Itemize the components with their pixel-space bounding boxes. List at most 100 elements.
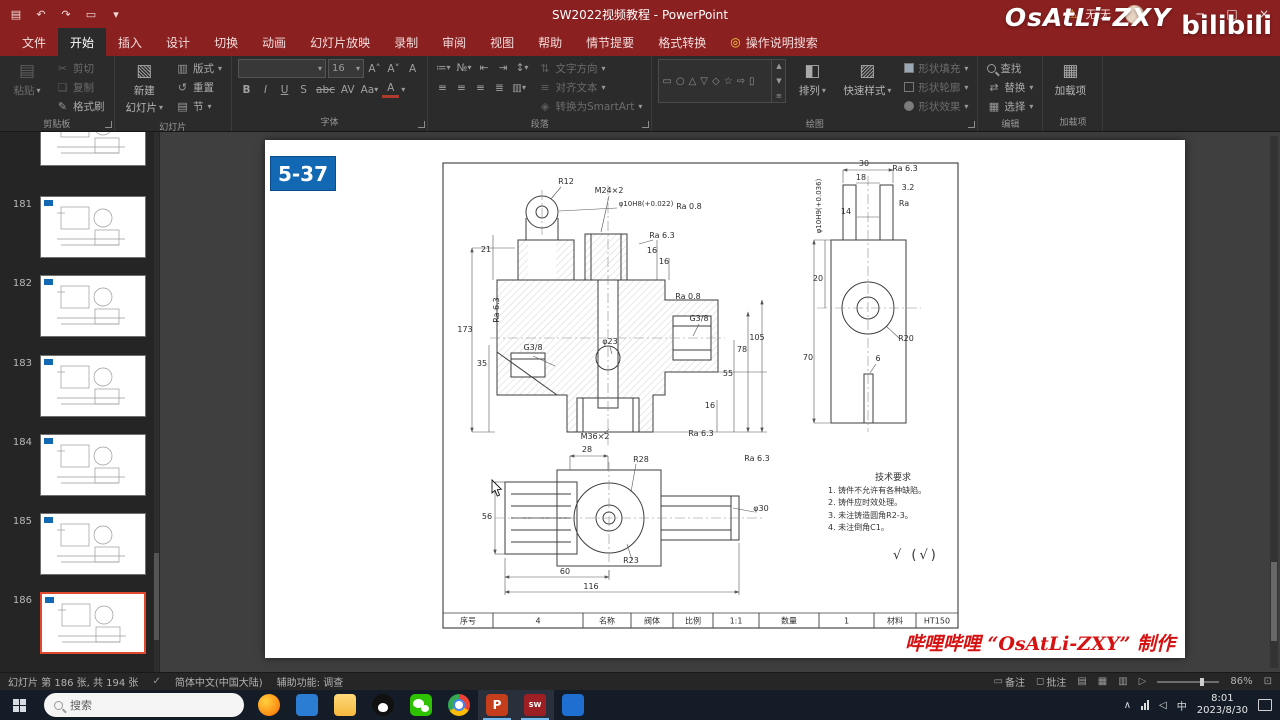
replace-button[interactable]: ⇄ 替换 ▾ <box>984 78 1036 96</box>
quick-styles-button[interactable]: ▨ 快速样式 ▾ <box>838 59 896 101</box>
slide-186[interactable]: R12 M24×2 φ10H8(+0.022) Ra 0.8 Ra 6.3 21 16 16 1… <box>265 140 1185 658</box>
slide-sorter-view-icon[interactable]: ▦ <box>1098 676 1107 687</box>
action-center-icon[interactable] <box>1258 699 1272 711</box>
increase-font-button[interactable]: A˄ <box>366 60 383 77</box>
tab-设计[interactable]: 设计 <box>154 28 202 56</box>
align-right-button[interactable]: ≡ <box>472 79 489 96</box>
copy-button[interactable]: ❏ 复制 <box>53 78 108 96</box>
taskbar-app-hot-search[interactable] <box>250 690 288 720</box>
paste-button[interactable]: ▤ 粘贴 ▾ <box>6 59 48 101</box>
comments-button[interactable]: ◻ 批注 <box>1036 674 1066 689</box>
drawing-dialog-launcher-icon[interactable] <box>968 121 976 128</box>
fit-to-window-icon[interactable]: ⊡ <box>1264 676 1272 687</box>
taskbar-app-solidworks[interactable]: SW <box>516 690 554 720</box>
shape-fill-button[interactable]: 形状填充 ▾ <box>901 59 971 77</box>
clipboard-dialog-launcher-icon[interactable] <box>104 121 112 128</box>
tab-情节提要[interactable]: 情节提要 <box>574 28 646 56</box>
tray-expand-icon[interactable]: ∧ <box>1124 700 1131 711</box>
increase-indent-button[interactable]: ⇥ <box>494 59 511 76</box>
slide-thumbnail-184[interactable] <box>40 434 146 496</box>
cut-button[interactable]: ✂ 剪切 <box>53 59 108 77</box>
bold-button[interactable]: B <box>238 81 255 98</box>
save-icon[interactable]: ▤ <box>4 2 28 26</box>
tab-文件[interactable]: 文件 <box>10 28 58 56</box>
spellcheck-icon[interactable]: ✓ <box>152 676 160 687</box>
taskbar-clock[interactable]: 8:01 2023/8/30 <box>1197 693 1248 718</box>
tab-视图[interactable]: 视图 <box>478 28 526 56</box>
slide-thumbnail-186[interactable] <box>40 592 146 654</box>
arrange-button[interactable]: ◧ 排列 ▾ <box>791 59 833 101</box>
layout-button[interactable]: ▥ 版式 ▾ <box>173 59 225 77</box>
find-button[interactable]: 查找 <box>984 59 1036 77</box>
text-shadow-button[interactable]: S <box>295 81 312 98</box>
font-size-combo[interactable]: 16 ▾ <box>328 59 365 78</box>
tab-动画[interactable]: 动画 <box>250 28 298 56</box>
tab-插入[interactable]: 插入 <box>106 28 154 56</box>
account-name[interactable]: 无 无 <box>1086 6 1112 22</box>
shape-effects-button[interactable]: 形状效果 ▾ <box>901 97 971 115</box>
numbering-button[interactable]: № ▾ <box>455 59 474 76</box>
new-slide-button[interactable]: ▧ 新建 幻灯片 ▾ <box>121 59 169 118</box>
redo-icon[interactable]: ↷ <box>54 2 78 26</box>
justify-button[interactable]: ≣ <box>491 79 508 96</box>
strikethrough-button[interactable]: abc <box>314 81 337 98</box>
underline-button[interactable]: U <box>276 81 293 98</box>
zoom-slider-thumb[interactable] <box>1199 677 1204 686</box>
columns-button[interactable]: ▥ ▾ <box>510 79 528 96</box>
smartart-button[interactable]: ◈ 转换为SmartArt ▾ <box>535 97 645 115</box>
clear-formatting-button[interactable]: A <box>404 60 421 77</box>
shapes-gallery-scroll[interactable]: ▲ ▼ ≡ <box>771 60 785 102</box>
reading-view-icon[interactable]: ▥ <box>1118 676 1127 687</box>
taskbar-app-powerpoint[interactable]: P <box>478 690 516 720</box>
text-direction-button[interactable]: ⇅ 文字方向 ▾ <box>535 59 645 77</box>
accessibility-status[interactable]: 辅助功能: 调查 <box>277 674 344 689</box>
notes-button[interactable]: ▭ 备注 <box>994 674 1025 689</box>
taskbar-search-input[interactable]: 搜索 <box>44 693 244 717</box>
font-color-button[interactable]: A <box>382 81 400 98</box>
slide-thumbnail-183[interactable] <box>40 355 146 417</box>
character-spacing-button[interactable]: AV <box>339 81 357 98</box>
decrease-indent-button[interactable]: ⇤ <box>475 59 492 76</box>
canvas-scrollbar-thumb[interactable] <box>1271 561 1277 642</box>
change-case-button[interactable]: Aa ▾ <box>359 81 381 98</box>
slide-thumbnail-185[interactable] <box>40 513 146 575</box>
volume-icon[interactable]: ◁ <box>1159 700 1167 711</box>
slide-thumbnail-182[interactable] <box>40 275 146 337</box>
align-left-button[interactable]: ≡ <box>434 79 451 96</box>
tab-开始[interactable]: 开始 <box>58 28 107 56</box>
section-button[interactable]: ▤ 节 ▾ <box>173 97 225 115</box>
tab-帮助[interactable]: 帮助 <box>526 28 574 56</box>
customize-qat-icon[interactable]: ▾ <box>104 2 128 26</box>
tab-录制[interactable]: 录制 <box>382 28 430 56</box>
start-slideshow-icon[interactable]: ▭ <box>79 2 103 26</box>
italic-button[interactable]: I <box>257 81 274 98</box>
font-dialog-launcher-icon[interactable] <box>418 121 426 128</box>
tab-切换[interactable]: 切换 <box>202 28 250 56</box>
tab-格式转换[interactable]: 格式转换 <box>646 28 718 56</box>
tab-幻灯片放映[interactable]: 幻灯片放映 <box>298 28 382 56</box>
taskbar-app-folder[interactable] <box>326 690 364 720</box>
align-text-button[interactable]: ≡ 对齐文本 ▾ <box>535 78 645 96</box>
align-center-button[interactable]: ≡ <box>453 79 470 96</box>
taskbar-app-chrome[interactable] <box>440 690 478 720</box>
ribbon-options-icon[interactable]: ˄ <box>1152 0 1184 28</box>
close-button[interactable]: × <box>1248 0 1280 28</box>
zoom-slider[interactable] <box>1157 677 1220 686</box>
minimize-button[interactable]: ─ <box>1184 0 1216 28</box>
line-spacing-button[interactable]: ↕ ▾ <box>513 59 530 76</box>
thumbnail-scrollbar[interactable] <box>154 132 159 672</box>
undo-icon[interactable]: ↶ <box>29 2 53 26</box>
taskbar-app-wechat[interactable] <box>402 690 440 720</box>
addins-button[interactable]: ▦ 加载项 <box>1049 59 1091 101</box>
network-icon[interactable] <box>1141 700 1150 710</box>
start-button[interactable] <box>0 690 38 720</box>
user-avatar[interactable] <box>1125 4 1144 24</box>
canvas-scrollbar[interactable] <box>1270 136 1278 668</box>
slideshow-view-icon[interactable]: ▷ <box>1139 676 1147 687</box>
select-button[interactable]: ▦ 选择 ▾ <box>984 97 1036 115</box>
maximize-button[interactable]: □ <box>1216 0 1248 28</box>
thumbnail-scrollbar-thumb[interactable] <box>154 553 159 640</box>
bullets-button[interactable]: ≔ ▾ <box>434 59 453 76</box>
format-painter-button[interactable]: ✎ 格式刷 <box>53 97 108 115</box>
tab-审阅[interactable]: 审阅 <box>430 28 478 56</box>
